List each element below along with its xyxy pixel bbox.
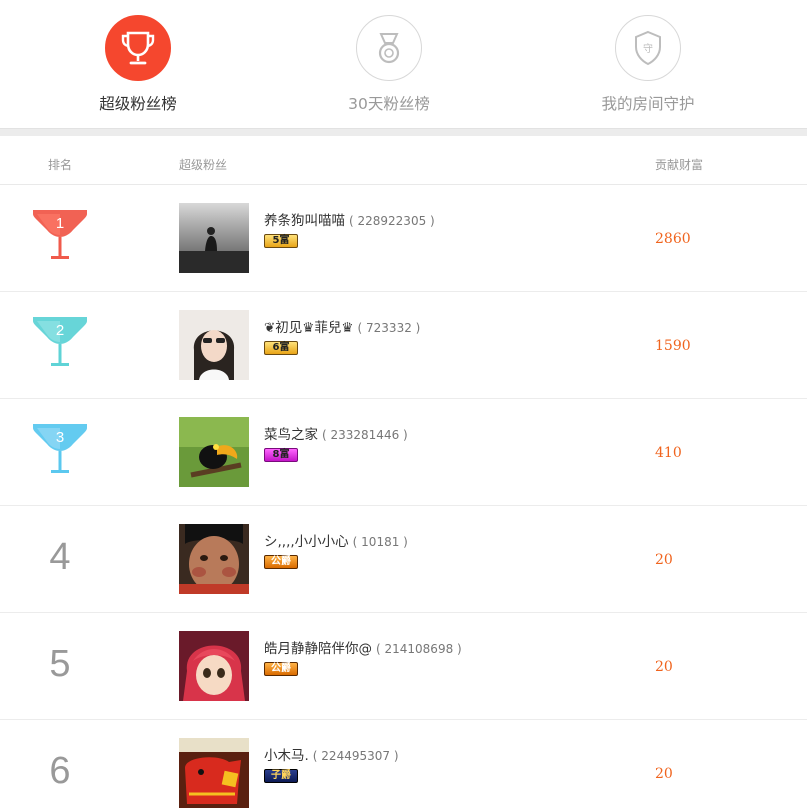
wealth-level-badge: 5富 — [264, 234, 298, 248]
rank-number: 3 — [56, 429, 64, 446]
table-header: 排名 超级粉丝 贡献财富 — [0, 136, 807, 185]
table-row[interactable]: 4 シ,,,,小小小心( 10181 ) 公爵 20 — [0, 506, 807, 613]
tab-30day-fans-label: 30天粉丝榜 — [348, 95, 430, 113]
noble-rank-badge: 公爵 — [264, 555, 298, 569]
tab-room-guardian-circle: 守 — [615, 15, 681, 81]
fan-name[interactable]: 菜鸟之家 — [264, 427, 318, 443]
rank-cup-icon: 1 — [31, 208, 89, 264]
fan-uid: ( 723332 ) — [357, 321, 421, 335]
fan-name-line: シ,,,,小小小心( 10181 ) — [264, 530, 408, 550]
tab-30day-fans[interactable]: 30天粉丝榜 — [289, 0, 489, 128]
wealth-level-badge: 6富 — [264, 341, 298, 355]
section-divider — [0, 128, 807, 136]
header-rank: 排名 — [48, 158, 73, 172]
trophy-icon — [121, 31, 155, 65]
table-row[interactable]: 6 小木马.( 224495307 ) 子爵 20 — [0, 720, 807, 808]
rank-number: 2 — [56, 322, 64, 339]
tab-room-guardian[interactable]: 守 我的房间守护 — [548, 0, 748, 128]
avatar[interactable] — [179, 524, 249, 594]
header-fan: 超级粉丝 — [179, 158, 228, 172]
fan-name-line: 养条狗叫喵喵 ( 228922305 ) — [264, 209, 435, 229]
noble-rank-badge: 公爵 — [264, 662, 298, 676]
wealth-value: 410 — [655, 445, 682, 461]
rank-cup-icon: 3 — [31, 422, 89, 478]
fan-name-line: 菜鸟之家 ( 233281446 ) — [264, 423, 408, 443]
wealth-value: 1590 — [655, 338, 691, 354]
header-wealth: 贡献财富 — [655, 158, 704, 172]
fan-name-line: 小木马.( 224495307 ) — [264, 744, 399, 764]
rank-number: 1 — [56, 215, 64, 232]
fan-uid: ( 228922305 ) — [349, 214, 435, 228]
tab-super-fans[interactable]: 超级粉丝榜 — [38, 0, 238, 128]
wealth-value: 2860 — [655, 231, 691, 247]
wealth-value: 20 — [655, 766, 673, 782]
rank-number: 5 — [49, 643, 71, 685]
fan-name[interactable]: ❦初见♛菲兒♛ — [264, 320, 354, 336]
tab-super-fans-label: 超级粉丝榜 — [99, 95, 177, 113]
avatar[interactable] — [179, 310, 249, 380]
fan-name[interactable]: 小木马. — [264, 748, 309, 764]
tab-room-guardian-label: 我的房间守护 — [601, 95, 695, 113]
fan-name[interactable]: 养条狗叫喵喵 — [264, 213, 345, 229]
ranking-tabs: 超级粉丝榜 30天粉丝榜 守 我的房间守护 — [0, 0, 807, 128]
fan-name[interactable]: シ,,,,小小小心 — [264, 534, 349, 550]
noble-rank-badge: 子爵 — [264, 769, 298, 783]
wealth-level-badge: 8富 — [264, 448, 298, 462]
fan-uid: ( 10181 ) — [352, 535, 408, 549]
wealth-value: 20 — [655, 552, 673, 568]
fan-name-line: 皓月静静陪伴你@ ( 214108698 ) — [264, 637, 462, 657]
avatar[interactable] — [179, 417, 249, 487]
fan-uid: ( 224495307 ) — [312, 749, 399, 763]
avatar[interactable] — [179, 738, 249, 808]
table-row[interactable]: 5 皓月静静陪伴你@ ( 214108698 ) 公爵 20 — [0, 613, 807, 720]
shield-icon: 守 — [635, 30, 661, 66]
avatar[interactable] — [179, 631, 249, 701]
fan-uid: ( 233281446 ) — [322, 428, 408, 442]
rank-cup-icon: 2 — [31, 315, 89, 371]
rank-number: 4 — [49, 536, 71, 578]
shield-char: 守 — [643, 42, 653, 55]
fan-uid: ( 214108698 ) — [376, 642, 462, 656]
table-row[interactable]: 3 菜鸟之家 ( 233281446 ) 8富 410 — [0, 399, 807, 506]
rank-number: 6 — [49, 750, 71, 792]
fan-name-line: ❦初见♛菲兒♛( 723332 ) — [264, 316, 420, 336]
wealth-value: 20 — [655, 659, 673, 675]
avatar[interactable] — [179, 203, 249, 273]
tab-super-fans-circle — [105, 15, 171, 81]
medal-icon — [378, 33, 400, 64]
fan-name[interactable]: 皓月静静陪伴你@ — [264, 641, 372, 657]
table-row[interactable]: 2 ❦初见♛菲兒♛( 723332 ) 6富 1590 — [0, 292, 807, 399]
tab-30day-fans-circle — [356, 15, 422, 81]
table-row[interactable]: 1 养条狗叫喵喵 ( 228922305 ) 5富 2860 — [0, 185, 807, 292]
